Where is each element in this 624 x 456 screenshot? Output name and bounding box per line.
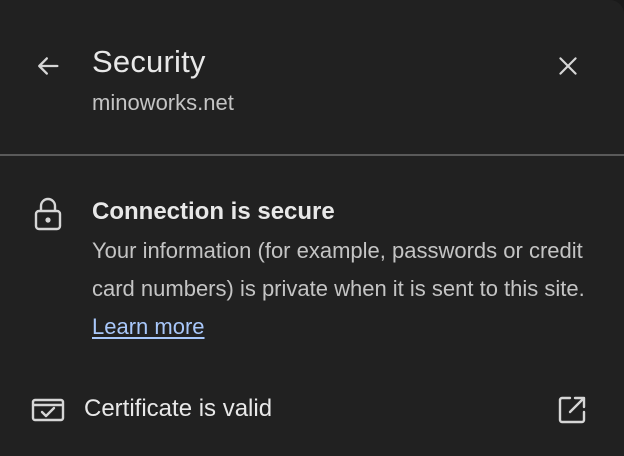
certificate-label: Certificate is valid [84,395,273,422]
close-button[interactable] [548,46,588,86]
arrow-back-icon [38,57,59,75]
certificate-row[interactable]: Certificate is valid [0,380,624,440]
lock-icon [32,196,64,232]
connection-status-title: Connection is secure [92,198,335,225]
connection-description-text: Your information (for example, passwords… [92,238,585,301]
header-divider [0,154,624,156]
connection-description: Your information (for example, passwords… [92,232,602,346]
certificate-check-icon [30,396,66,424]
site-domain: minoworks.net [92,90,234,115]
learn-more-link[interactable]: Learn more [92,314,205,339]
open-in-new-icon[interactable] [554,392,590,428]
back-button[interactable] [28,46,68,86]
close-icon [559,57,577,75]
security-panel: Security minoworks.net Connection is sec… [0,0,624,456]
page-title: Security [92,44,206,79]
